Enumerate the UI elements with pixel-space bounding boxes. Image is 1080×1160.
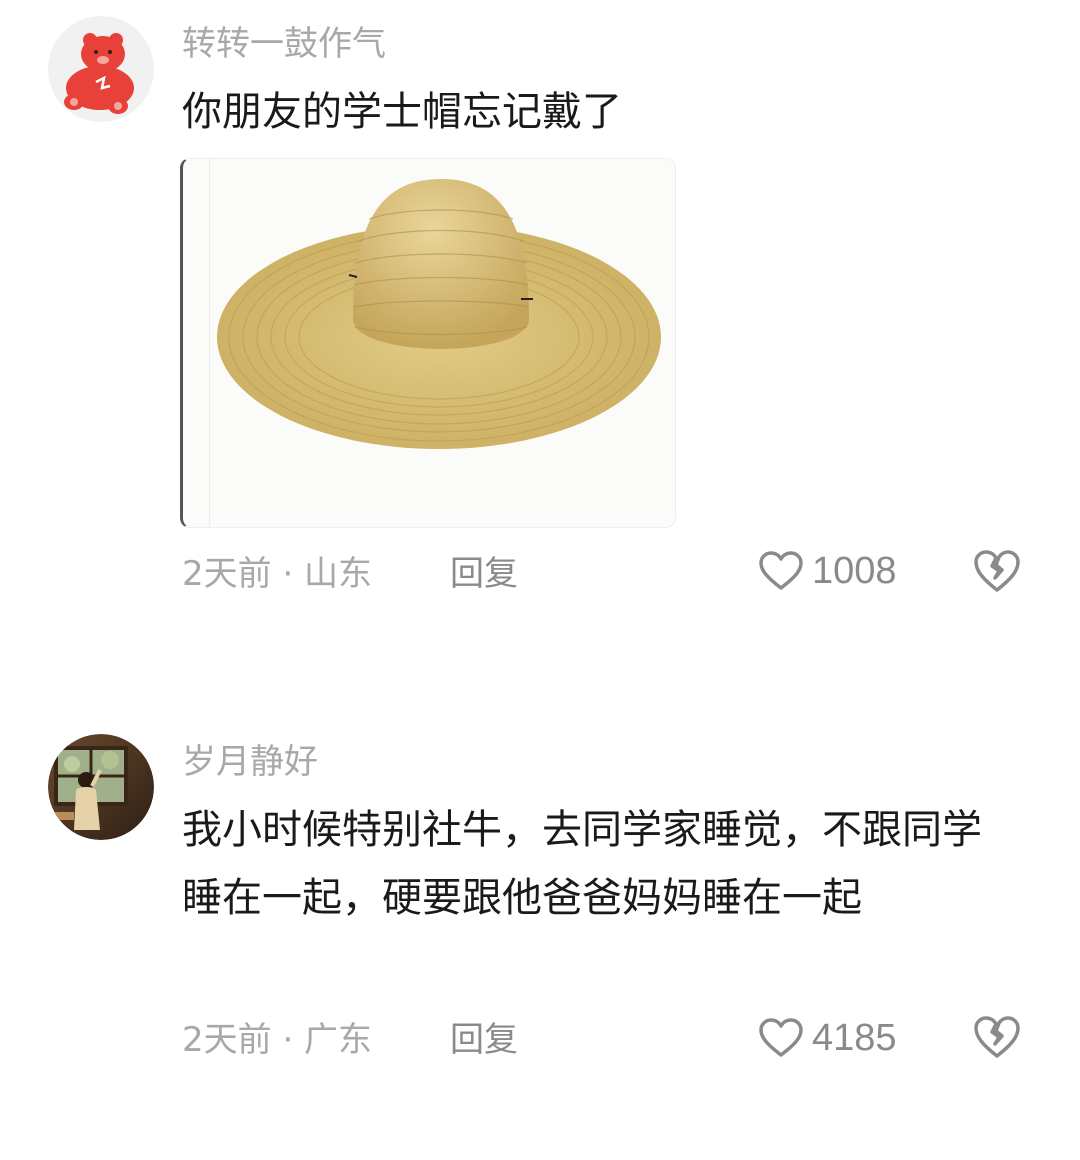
heart-icon: [759, 1018, 803, 1057]
comment-text: 你朋友的学士帽忘记戴了: [182, 89, 622, 135]
heart-icon: [759, 551, 803, 590]
like-button[interactable]: 1008: [758, 550, 897, 592]
girl-by-window-avatar-icon: [48, 734, 154, 840]
username[interactable]: 岁月静好: [182, 742, 318, 782]
avatar[interactable]: [48, 16, 154, 122]
comment-text: 我小时候特别社牛，去同学家睡觉，不跟同学睡在一起，硬要跟他爸爸妈妈睡在一起: [182, 807, 982, 921]
dislike-button[interactable]: [972, 548, 1022, 594]
broken-heart-icon: [974, 1016, 1020, 1058]
reply-button[interactable]: 回复: [450, 1020, 518, 1060]
broken-heart-icon: [974, 550, 1020, 592]
comment-list: 转转一鼓作气 你朋友的学士帽忘记戴了 2天前 · 山东 回复 1008 岁月静好…: [0, 0, 1080, 1160]
avatar[interactable]: [48, 734, 154, 840]
comment-meta: 2天前 · 广东: [182, 1020, 373, 1060]
comment-image[interactable]: [180, 158, 676, 528]
username[interactable]: 转转一鼓作气: [182, 24, 386, 64]
dislike-button[interactable]: [972, 1014, 1022, 1060]
straw-hat-image-icon: [217, 179, 661, 449]
red-bear-avatar-icon: [48, 16, 154, 122]
like-button[interactable]: 4185: [758, 1017, 897, 1059]
comment-meta: 2天前 · 山东: [182, 554, 373, 594]
like-count: 1008: [812, 550, 897, 592]
like-count: 4185: [812, 1017, 897, 1059]
reply-button[interactable]: 回复: [450, 554, 518, 594]
